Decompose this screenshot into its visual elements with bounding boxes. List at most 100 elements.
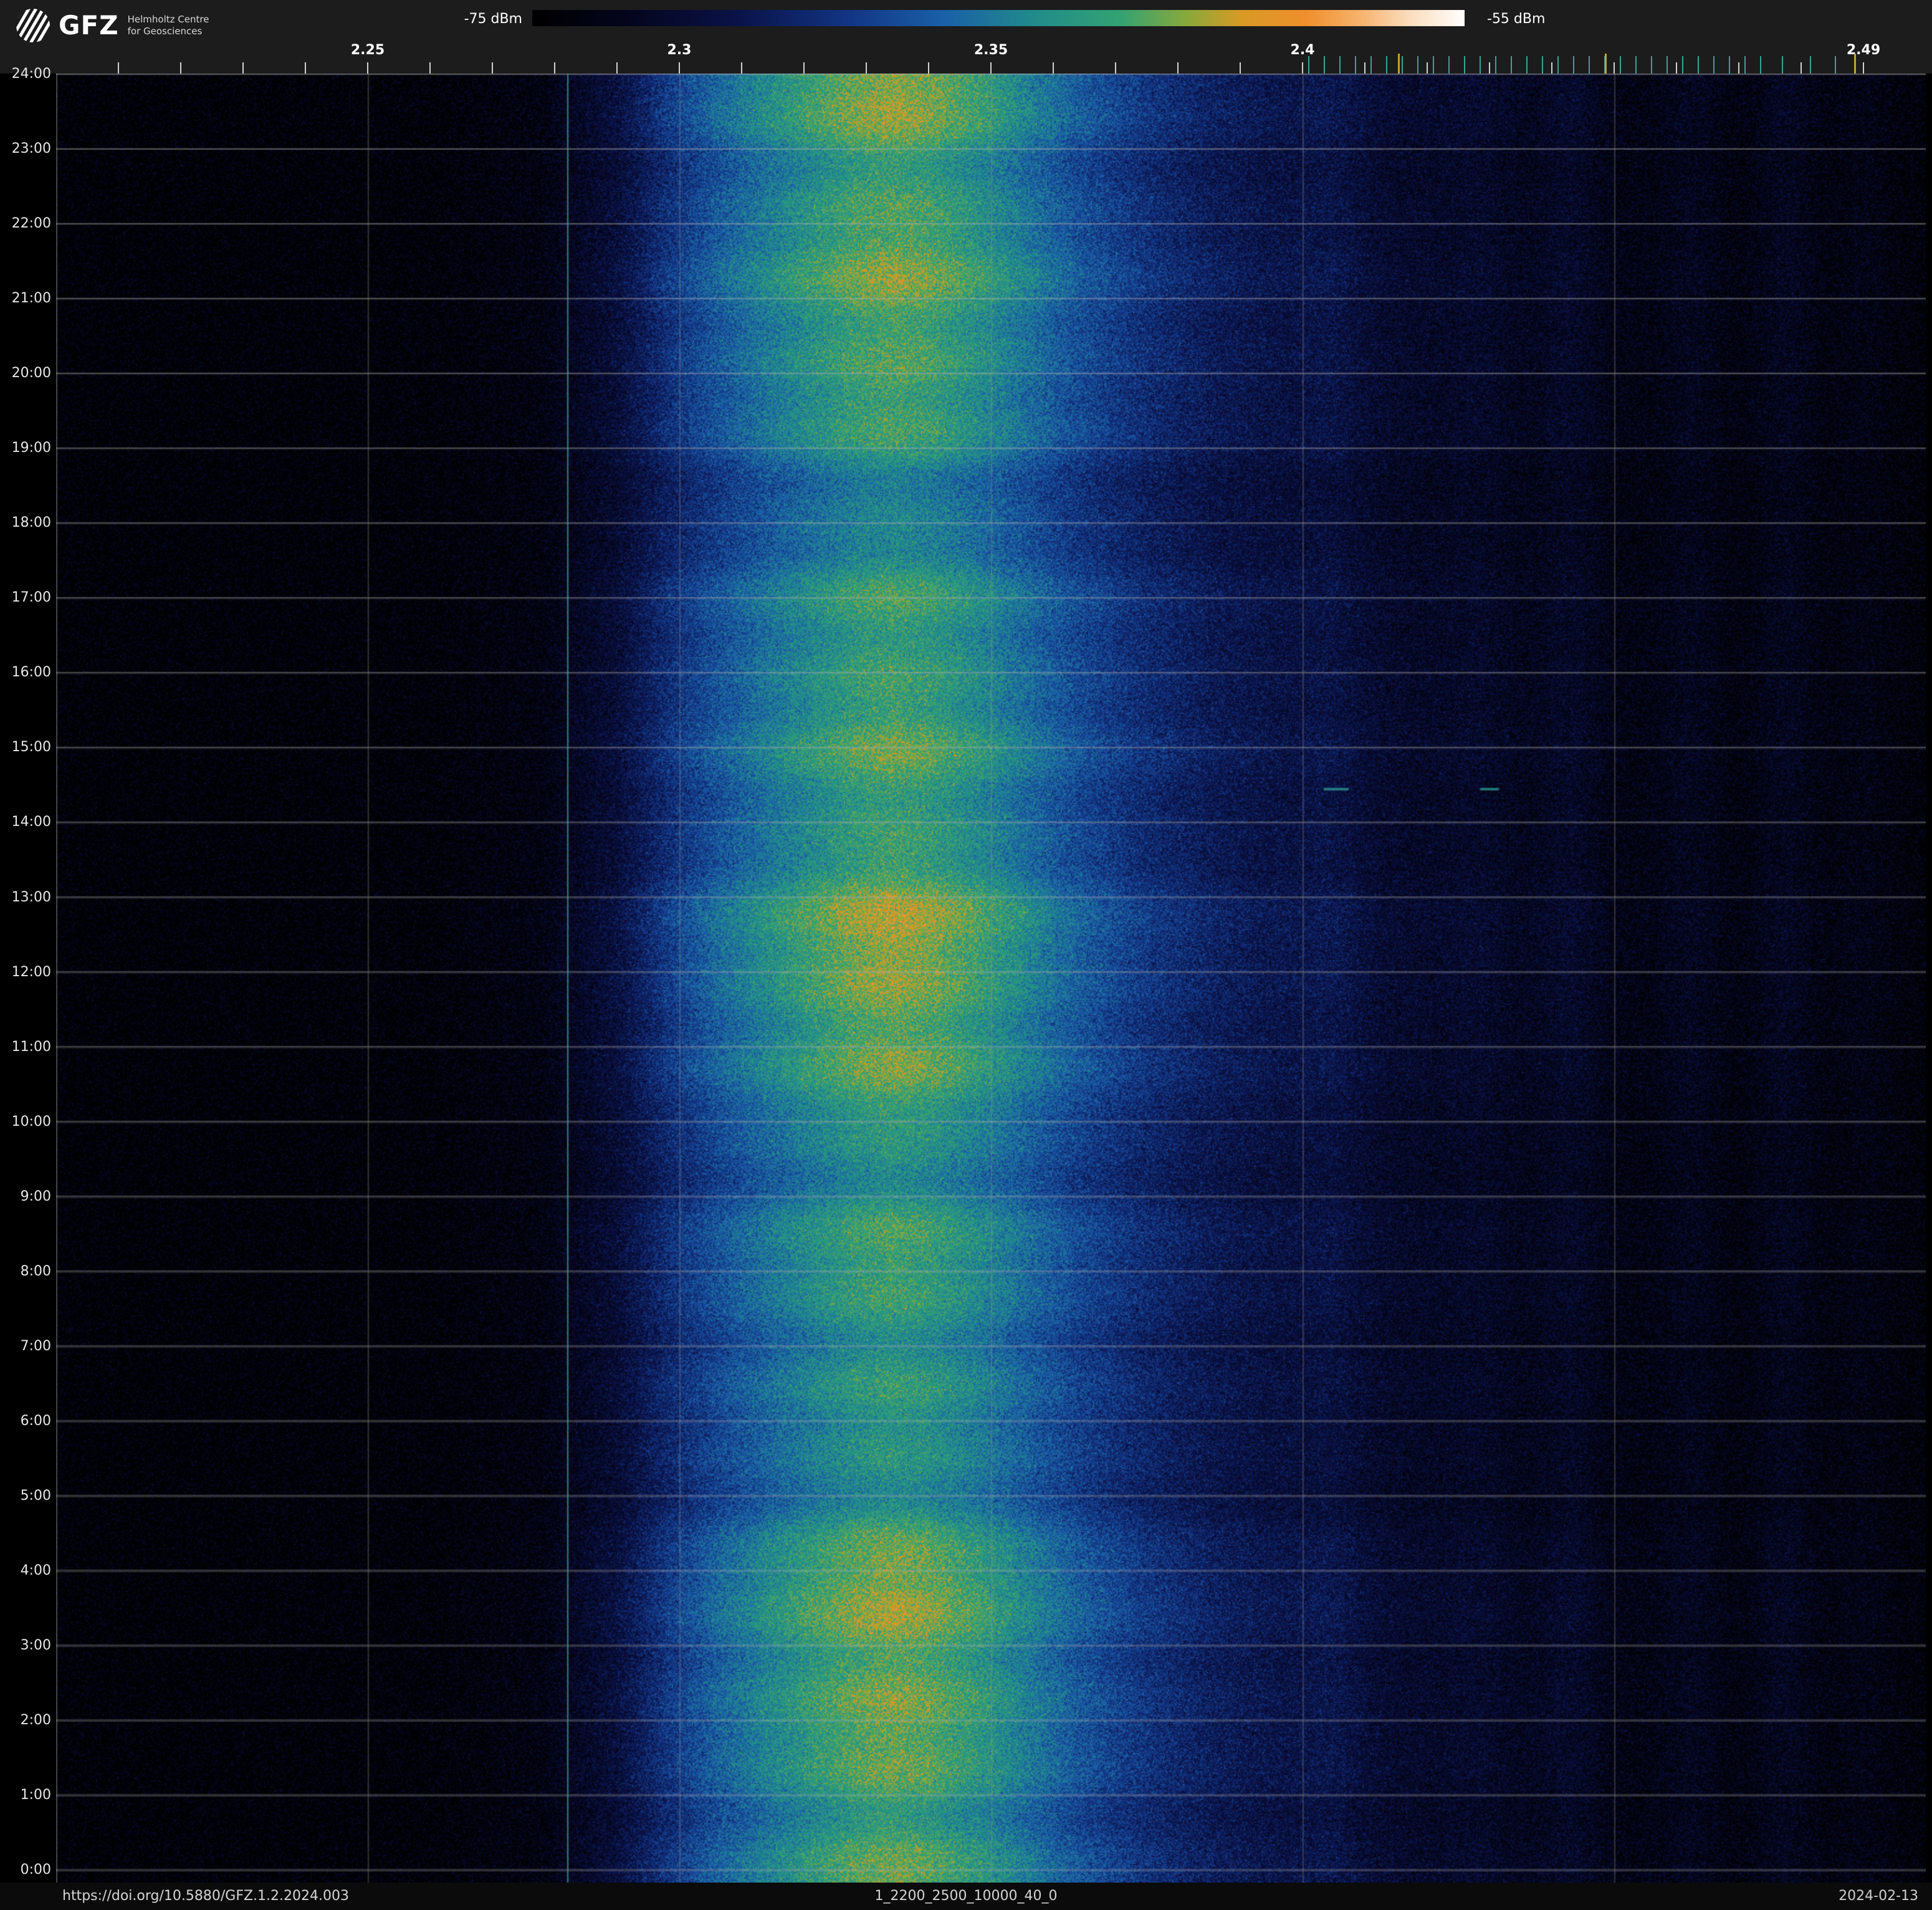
signal-marker-tick (1620, 56, 1621, 74)
time-tick-label: 1:00 (0, 1787, 51, 1803)
signal-marker-tick (1402, 56, 1403, 74)
spectrogram-page: GFZ Helmholtz Centre for Geosciences -75… (0, 0, 1932, 1910)
frequency-tick (1863, 62, 1864, 74)
gfz-subtitle: Helmholtz Centre for Geosciences (128, 14, 209, 37)
time-tick-label: 22:00 (0, 216, 51, 232)
signal-marker-tick (1308, 56, 1309, 74)
colorbar-max-label: -55 dBm (1487, 11, 1545, 27)
frequency-tick (1240, 62, 1241, 74)
time-tick-label: 20:00 (0, 365, 51, 382)
signal-marker-tick (1835, 56, 1836, 74)
time-tick-label: 18:00 (0, 515, 51, 531)
time-tick-label: 9:00 (0, 1189, 51, 1205)
frequency-tick (616, 62, 618, 74)
signal-marker-tick (1542, 56, 1543, 74)
signal-marker-tick (1386, 56, 1387, 74)
frequency-tick (118, 62, 119, 74)
frequency-tick (1364, 62, 1365, 74)
date-label: 2024-02-13 (1839, 1888, 1918, 1904)
signal-marker-tick (1526, 56, 1528, 74)
frequency-tick (866, 62, 867, 74)
time-tick-label: 8:00 (0, 1264, 51, 1280)
time-tick-label: 17:00 (0, 590, 51, 606)
frequency-tick (1614, 62, 1615, 74)
frequency-tick (679, 62, 680, 74)
frequency-tick-label: 2.25 (351, 42, 385, 58)
signal-marker-tick (1744, 56, 1746, 74)
time-tick-label: 24:00 (0, 66, 51, 82)
frequency-tick (1800, 62, 1802, 74)
frequency-tick (1676, 62, 1677, 74)
signal-marker-tick (1854, 54, 1856, 74)
signal-marker-tick (1557, 56, 1559, 74)
signal-marker-tick (1448, 56, 1450, 74)
frequency-tick-label: 2.4 (1291, 42, 1315, 58)
frequency-tick (928, 62, 929, 74)
signal-marker-tick (1782, 56, 1783, 74)
time-tick-label: 4:00 (0, 1563, 51, 1579)
frequency-tick (180, 62, 181, 74)
signal-marker-tick (1667, 56, 1668, 74)
frequency-tick (1115, 62, 1116, 74)
time-tick-label: 7:00 (0, 1338, 51, 1355)
footer-bar: https://doi.org/10.5880/GFZ.1.2.2024.003… (0, 1883, 1932, 1910)
frequency-tick (1053, 62, 1054, 74)
signal-marker-tick (1324, 56, 1325, 74)
time-tick-label: 15:00 (0, 739, 51, 756)
gfz-globe-icon (16, 9, 50, 42)
colorbar-gradient (532, 10, 1465, 26)
time-tick-label: 19:00 (0, 440, 51, 456)
signal-marker-tick (1682, 56, 1683, 74)
frequency-tick-label: 2.49 (1847, 42, 1880, 58)
time-tick-label: 10:00 (0, 1114, 51, 1130)
time-tick-label: 14:00 (0, 814, 51, 830)
time-tick-label: 0:00 (0, 1862, 51, 1878)
colorbar-min-label: -75 dBm (464, 11, 522, 27)
spectrogram-canvas (56, 74, 1926, 1883)
time-tick-label: 23:00 (0, 141, 51, 157)
frequency-tick-label: 2.35 (974, 42, 1008, 58)
plot-title: 1_2200_2500_10000_40_0 (0, 1888, 1932, 1904)
frequency-tick (242, 62, 244, 74)
frequency-tick (429, 62, 431, 74)
signal-marker-tick (1398, 54, 1400, 74)
signal-marker-tick (1355, 56, 1356, 74)
header-bar: GFZ Helmholtz Centre for Geosciences -75… (0, 0, 1932, 74)
signal-marker-tick (1810, 56, 1811, 74)
signal-marker-tick (1433, 56, 1434, 74)
signal-marker-tick (1729, 56, 1730, 74)
signal-marker-tick (1417, 56, 1418, 74)
frequency-tick (1738, 62, 1739, 74)
time-tick-label: 11:00 (0, 1039, 51, 1055)
signal-marker-tick (1713, 56, 1714, 74)
signal-marker-tick (1651, 56, 1652, 74)
signal-marker-tick (1464, 56, 1465, 74)
frequency-tick (554, 62, 555, 74)
gfz-subtitle-line1: Helmholtz Centre (128, 14, 209, 26)
signal-marker-tick (1495, 56, 1496, 74)
signal-marker-tick (1760, 56, 1761, 74)
gfz-logo: GFZ Helmholtz Centre for Geosciences (16, 9, 209, 42)
time-tick-label: 13:00 (0, 890, 51, 906)
signal-marker-tick (1635, 56, 1637, 74)
time-tick-label: 12:00 (0, 964, 51, 981)
frequency-tick-label: 2.3 (667, 42, 692, 58)
time-tick-label: 16:00 (0, 665, 51, 681)
signal-marker-tick (1370, 56, 1372, 74)
frequency-tick (741, 62, 742, 74)
gfz-subtitle-line2: for Geosciences (128, 26, 209, 37)
frequency-tick (367, 62, 368, 74)
signal-marker-tick (1339, 56, 1341, 74)
frequency-tick (1302, 62, 1303, 74)
frequency-tick (1177, 62, 1179, 74)
time-tick-label: 3:00 (0, 1638, 51, 1654)
frequency-tick (492, 62, 493, 74)
signal-marker-tick (1605, 54, 1607, 74)
gfz-acronym: GFZ (59, 12, 119, 39)
signal-marker-tick (1589, 56, 1590, 74)
frequency-tick (990, 62, 992, 74)
time-tick-label: 6:00 (0, 1413, 51, 1429)
signal-marker-tick (1480, 56, 1481, 74)
signal-marker-tick (1573, 56, 1574, 74)
signal-marker-tick (1511, 56, 1512, 74)
